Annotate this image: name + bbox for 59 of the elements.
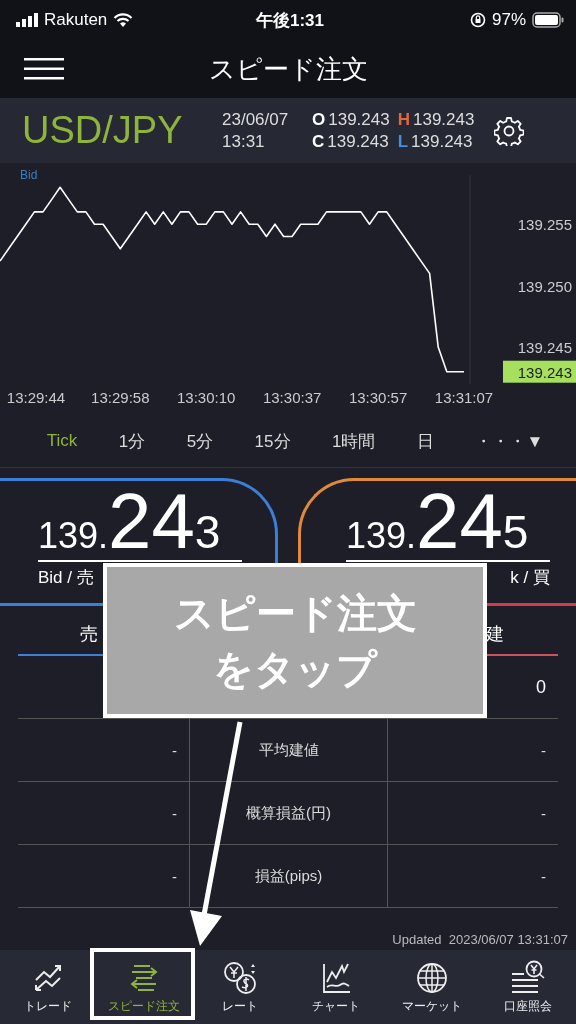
carrier-name: Rakuten	[44, 10, 108, 30]
row-label: 平均建値	[190, 719, 388, 781]
y-tick-label: 139.245	[517, 339, 572, 357]
ohlc-value: 139.243	[411, 131, 473, 152]
battery-percent: 97%	[491, 10, 526, 30]
screen-title: スピード注文	[208, 52, 368, 86]
timeframe-tab[interactable]: Tick	[46, 431, 78, 451]
y-tick-label: 139.250	[517, 277, 572, 295]
ohlc-letter: C	[312, 131, 325, 152]
x-tick-label: 13:31:07	[434, 389, 494, 406]
tab-bar-item[interactable]: トレード	[0, 950, 96, 1024]
ohlc-value: 139.243	[328, 109, 390, 130]
ohlc-letter: O	[312, 109, 326, 130]
series-label: Bid	[20, 168, 38, 182]
position-count: 0	[536, 676, 546, 698]
clock: 午後1:31	[256, 9, 324, 32]
tab-bar-item[interactable]: スピード注文	[96, 950, 192, 1024]
settings-icon[interactable]	[494, 115, 525, 146]
ohlc-value: 139.243	[412, 109, 475, 130]
updated-time: Updated 2023/06/07 13:31:07	[392, 932, 568, 947]
timeframe-tab[interactable]: 15分	[254, 429, 291, 453]
wifi-icon	[113, 12, 134, 28]
table-cell: -	[18, 782, 190, 844]
table-cell-text: -	[540, 866, 547, 887]
ohlc-letter: H	[397, 109, 410, 130]
x-tick-label: 13:30:57	[348, 389, 408, 406]
table-cell-text: -	[540, 803, 547, 824]
timeframe-tab[interactable]: ・・・▼	[475, 429, 544, 453]
instruction-tooltip: スピード注文 をタップ	[103, 563, 487, 718]
timeframe-tab[interactable]: 日	[416, 429, 434, 453]
current-price-tag: 139.243	[503, 360, 576, 383]
table-cell: -	[18, 719, 190, 781]
row-label: 損益(pips)	[190, 845, 388, 907]
x-tick-label: 13:30:10	[177, 389, 236, 406]
tab-bar-item[interactable]: 口座照会	[480, 950, 576, 1024]
timeframe-tab[interactable]: 1時間	[332, 429, 376, 453]
x-tick-label: 13:29:58	[91, 389, 150, 406]
quote-time: 13:31	[222, 131, 266, 152]
price-label: Bid / 売	[38, 567, 94, 589]
row-label: 概算損益(円)	[190, 782, 388, 844]
ohlc-letter: L	[397, 131, 409, 152]
ohlc-value: 139.243	[327, 131, 389, 152]
y-tick-label: 139.255	[517, 216, 572, 234]
tab-bar-item[interactable]: チャート	[288, 950, 384, 1024]
x-tick-label: 13:30:37	[262, 389, 322, 406]
price-label: k / 買	[510, 567, 550, 589]
x-tick-label: 13:29:44	[6, 389, 66, 406]
timeframe-tab[interactable]: 5分	[186, 429, 214, 453]
tab-bar-item[interactable]: レート	[192, 950, 288, 1024]
menu-icon[interactable]	[24, 58, 64, 80]
currency-pair: USD/JPY	[22, 109, 184, 152]
tab-bar-item[interactable]: マーケット	[384, 950, 480, 1024]
rotation-lock-icon	[469, 12, 486, 28]
table-cell-text: -	[540, 740, 547, 761]
quote-date: 23/06/07	[222, 109, 290, 130]
battery-icon	[532, 12, 564, 28]
table-cell: -	[18, 845, 190, 907]
signal-icon	[16, 13, 38, 27]
timeframe-tab[interactable]: 1分	[118, 429, 146, 453]
